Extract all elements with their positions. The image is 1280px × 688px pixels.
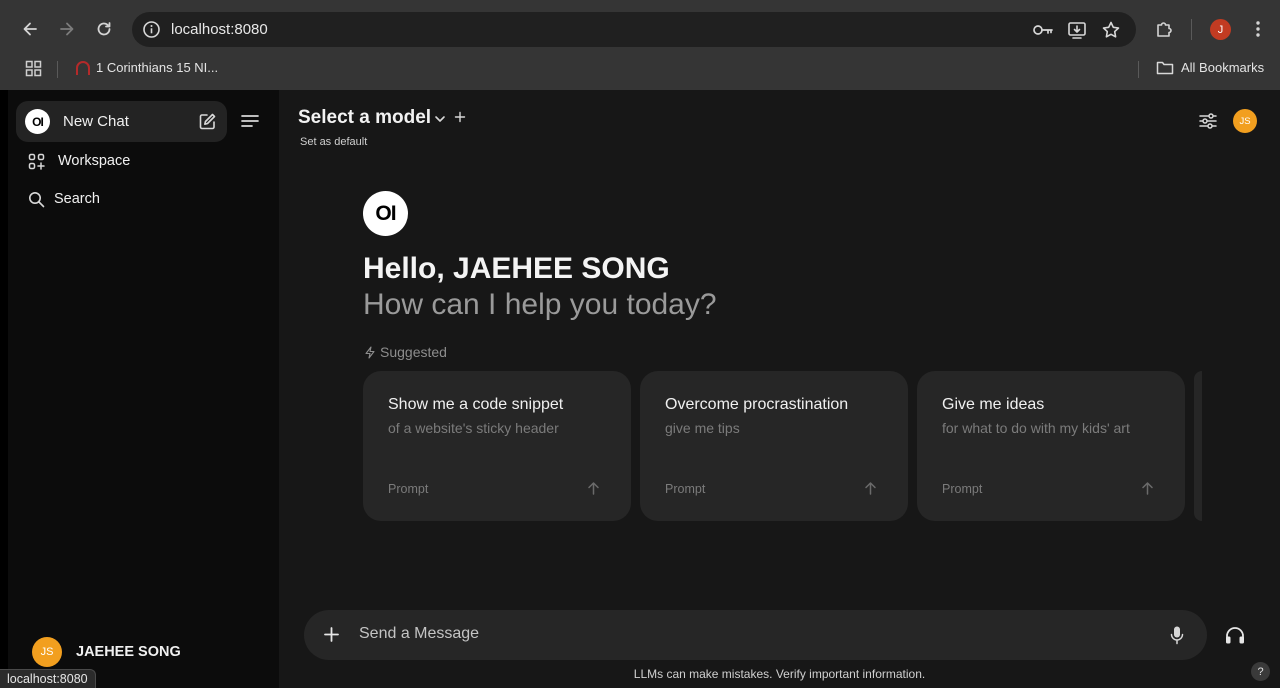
header-avatar[interactable]: JS bbox=[1233, 109, 1257, 133]
bookmark-favicon-icon bbox=[76, 61, 90, 75]
bookmarks-bar: 1 Corinthians 15 NI... All Bookmarks bbox=[0, 58, 1280, 90]
suggestion-subtitle: of a website's sticky header bbox=[388, 420, 559, 436]
address-bar[interactable]: localhost:8080 bbox=[132, 12, 1136, 47]
help-button[interactable]: ? bbox=[1251, 662, 1270, 681]
suggestion-card[interactable]: Give me ideas for what to do with my kid… bbox=[917, 371, 1185, 521]
chevron-down-icon bbox=[434, 114, 446, 124]
lightning-icon bbox=[364, 346, 376, 359]
bookmark-star-icon[interactable] bbox=[1101, 20, 1121, 40]
add-model-icon[interactable] bbox=[454, 111, 466, 123]
disclaimer-text: LLMs can make mistakes. Verify important… bbox=[633, 667, 926, 681]
suggestion-tag: Prompt bbox=[942, 482, 983, 496]
sidebar-item-label: Search bbox=[54, 191, 100, 207]
message-input[interactable]: Send a Message bbox=[359, 625, 479, 643]
browser-toolbar: localhost:8080 J bbox=[0, 0, 1280, 58]
workspace-grid-icon bbox=[28, 153, 45, 170]
bookmarks-divider bbox=[57, 61, 58, 78]
puzzle-icon bbox=[1157, 22, 1172, 37]
avatar: JS bbox=[32, 637, 62, 667]
reload-button[interactable] bbox=[90, 15, 118, 43]
plus-icon[interactable] bbox=[323, 626, 340, 643]
toolbar-divider bbox=[1191, 19, 1192, 40]
sidebar-toggle-icon[interactable] bbox=[241, 113, 259, 129]
message-composer[interactable]: Send a Message bbox=[304, 610, 1207, 660]
browser-profile-avatar[interactable]: J bbox=[1210, 19, 1231, 40]
password-key-icon[interactable] bbox=[1032, 20, 1053, 40]
suggestion-title: Give me ideas bbox=[942, 396, 1045, 413]
site-info-icon[interactable] bbox=[142, 20, 161, 39]
forward-button[interactable] bbox=[53, 15, 81, 43]
app-logo-icon: OI bbox=[25, 109, 50, 134]
suggested-label: Suggested bbox=[380, 344, 447, 360]
greeting-subtitle: How can I help you today? bbox=[363, 288, 717, 321]
model-select-label: Select a model bbox=[298, 107, 432, 128]
sidebar-item-search[interactable]: Search bbox=[16, 186, 227, 218]
bookmarks-divider-right bbox=[1138, 61, 1139, 78]
reload-icon bbox=[97, 22, 111, 36]
sidebar: OI New Chat Workspace Search JS JAEHEE S… bbox=[8, 90, 279, 688]
arrow-up-icon bbox=[1139, 480, 1156, 497]
sidebar-item-label: Workspace bbox=[58, 153, 131, 169]
suggestion-title: Show me a code snippet bbox=[388, 396, 564, 413]
apps-grid-icon[interactable] bbox=[25, 60, 42, 77]
sidebar-item-workspace[interactable]: Workspace bbox=[16, 148, 227, 180]
user-name: JAEHEE SONG bbox=[76, 644, 181, 660]
install-app-icon[interactable] bbox=[1067, 20, 1087, 40]
suggestion-title: Overcome procrastination bbox=[665, 396, 849, 413]
extensions-button[interactable] bbox=[1150, 15, 1178, 43]
url-text: localhost:8080 bbox=[171, 21, 268, 38]
new-chat-button[interactable]: OI New Chat bbox=[16, 101, 227, 142]
open-webui-app: OI New Chat Workspace Search JS JAEHEE S… bbox=[0, 90, 1280, 688]
arrow-right-icon bbox=[60, 22, 74, 36]
new-chat-label: New Chat bbox=[63, 113, 129, 130]
all-bookmarks-button[interactable]: All Bookmarks bbox=[1155, 58, 1270, 80]
chat-main: Select a model Set as default JS OI Hell… bbox=[279, 90, 1280, 688]
suggestion-card[interactable]: Overcome procrastination give me tips Pr… bbox=[640, 371, 908, 521]
suggestion-subtitle: for what to do with my kids' art bbox=[942, 420, 1130, 436]
arrow-up-icon bbox=[585, 480, 602, 497]
model-selector[interactable]: Select a model bbox=[298, 104, 448, 132]
controls-sliders-icon[interactable] bbox=[1198, 111, 1218, 131]
headphones-icon[interactable] bbox=[1224, 625, 1246, 645]
welcome-logo-icon: OI bbox=[363, 191, 408, 236]
arrow-left-icon bbox=[23, 22, 37, 36]
suggestion-card[interactable]: Show me a code snippet of a website's st… bbox=[363, 371, 631, 521]
compose-icon[interactable] bbox=[198, 112, 217, 131]
suggestion-tag: Prompt bbox=[665, 482, 706, 496]
suggestion-card-overflow[interactable] bbox=[1194, 371, 1202, 521]
status-bar-url: localhost:8080 bbox=[0, 669, 96, 688]
search-icon bbox=[28, 191, 45, 208]
folder-icon bbox=[1156, 61, 1174, 75]
greeting-title: Hello, JAEHEE SONG bbox=[363, 252, 670, 285]
back-button[interactable] bbox=[16, 15, 44, 43]
set-default-link[interactable]: Set as default bbox=[300, 136, 367, 148]
user-menu[interactable]: JS JAEHEE SONG bbox=[26, 634, 226, 670]
suggestion-tag: Prompt bbox=[388, 482, 429, 496]
suggestion-subtitle: give me tips bbox=[665, 420, 740, 436]
arrow-up-icon bbox=[862, 480, 879, 497]
microphone-icon[interactable] bbox=[1169, 625, 1185, 645]
browser-chrome: localhost:8080 J 1 Corinthians 15 NI... … bbox=[0, 0, 1280, 90]
browser-menu-button[interactable] bbox=[1244, 15, 1272, 43]
kebab-menu-icon bbox=[1256, 21, 1260, 37]
